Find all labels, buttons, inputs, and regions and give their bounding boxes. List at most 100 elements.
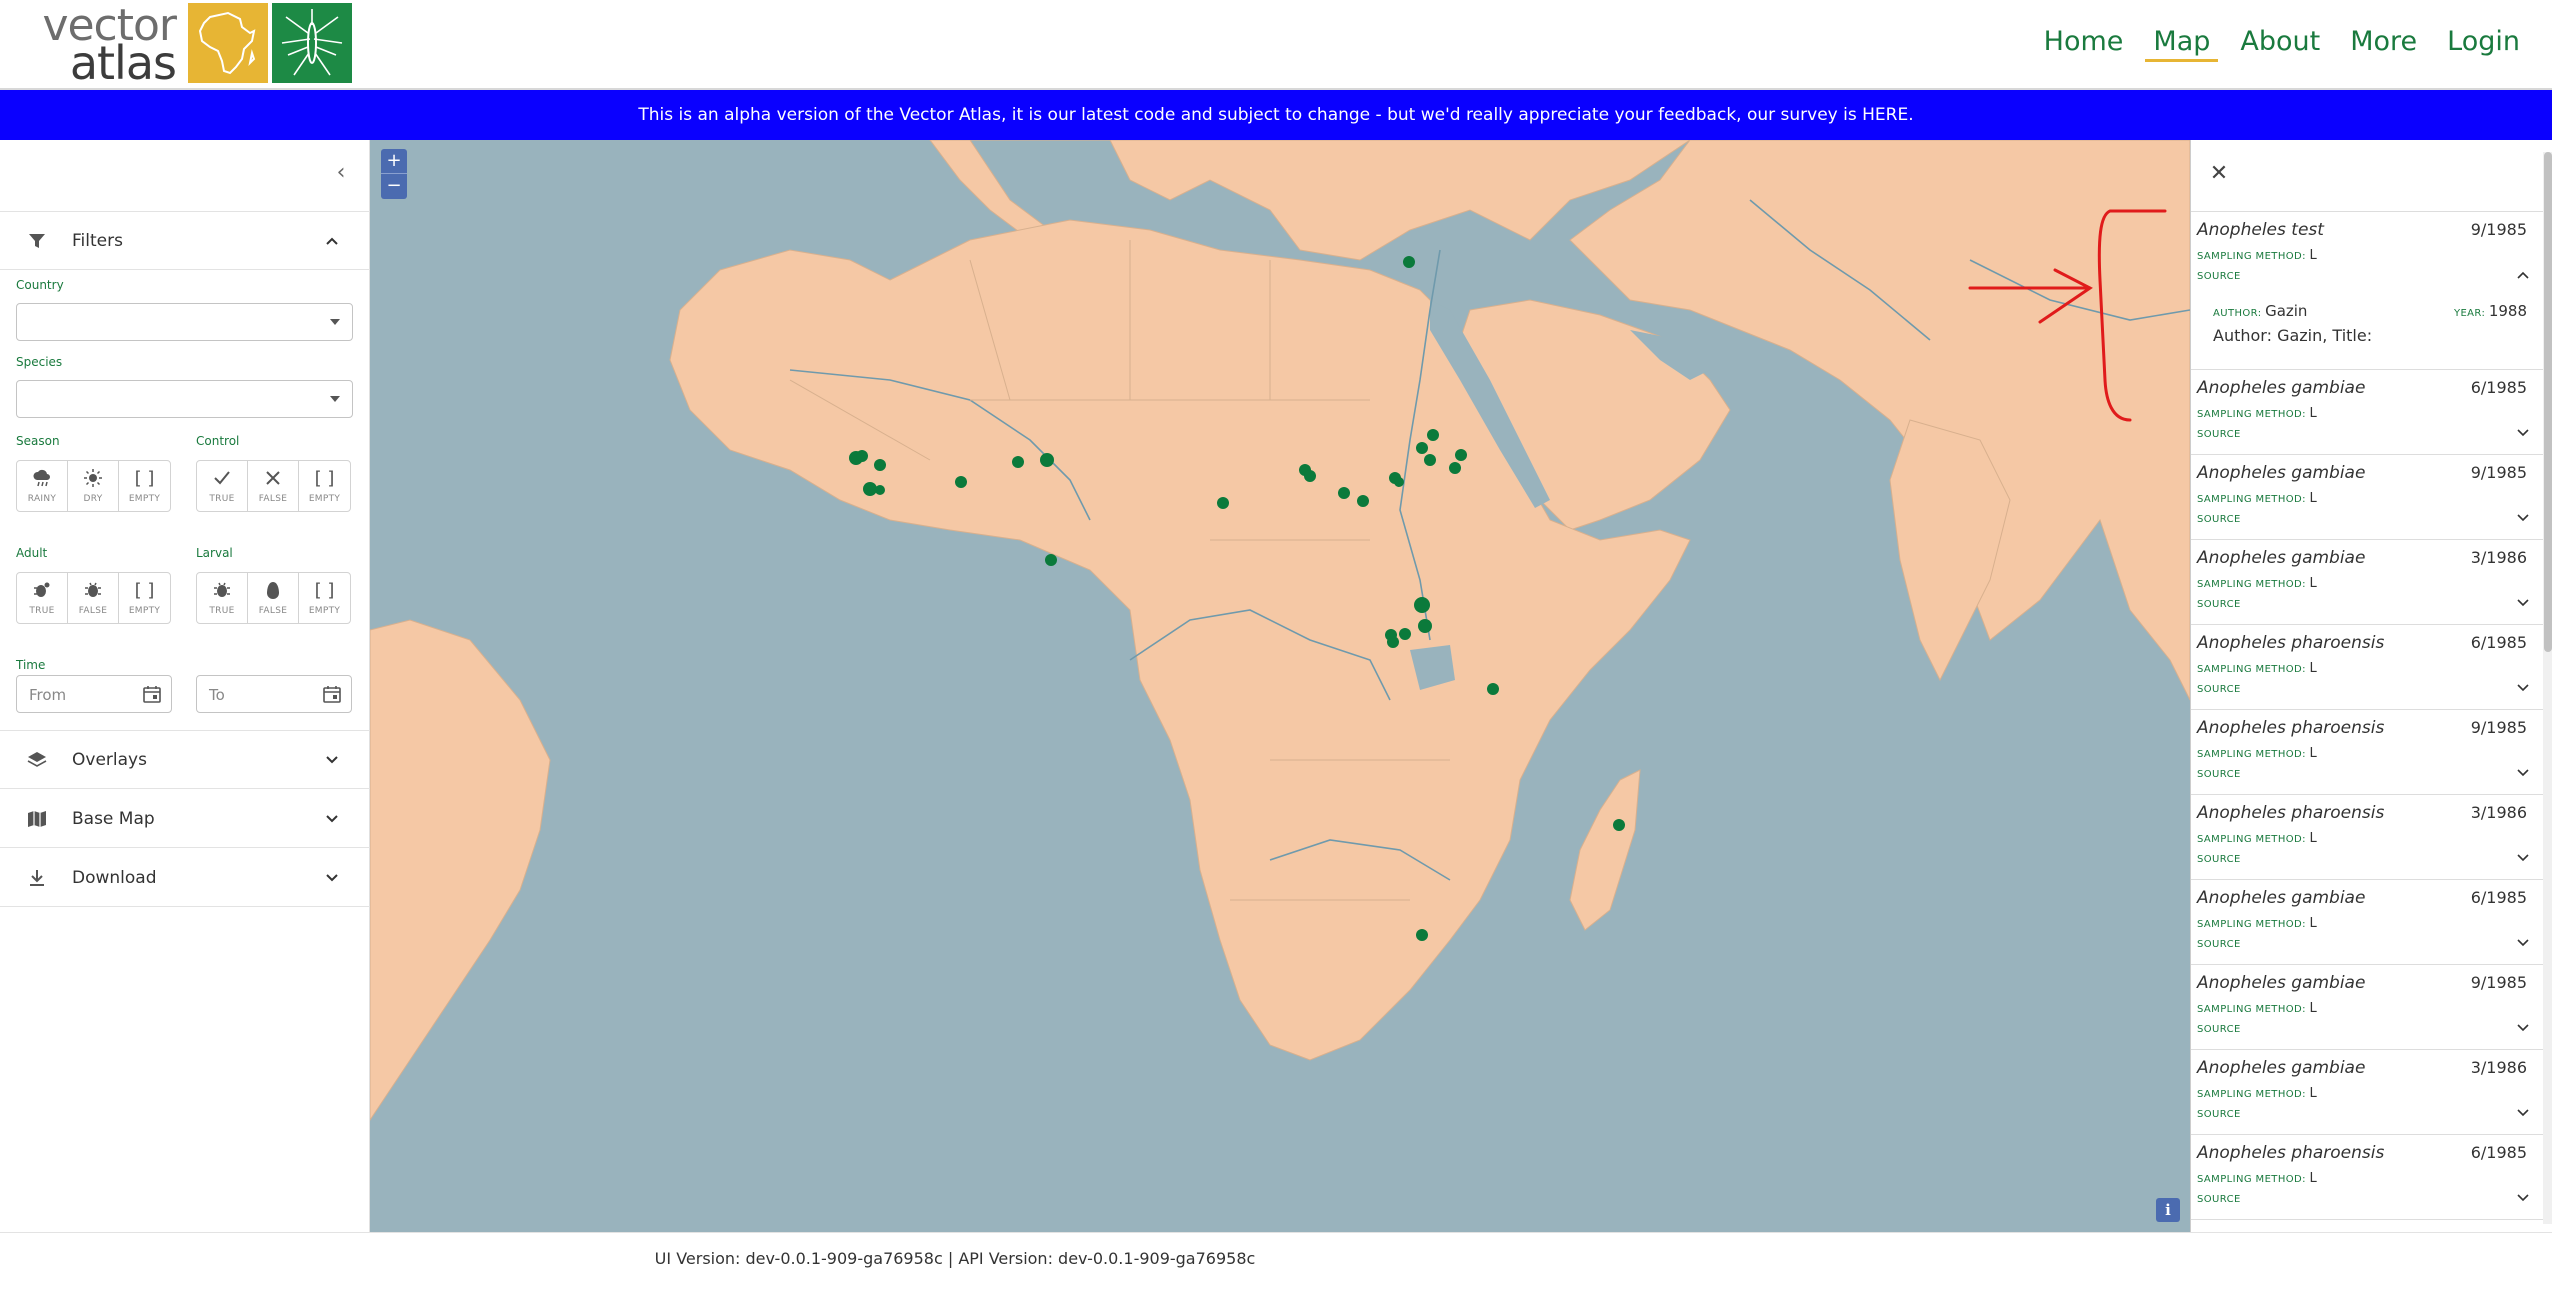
nav-more[interactable]: More [2342,24,2425,62]
larval-true-button[interactable]: TRUE [197,573,248,623]
map-info-button[interactable]: i [2156,1198,2180,1222]
control-empty-button[interactable]: [ ] EMPTY [299,461,350,511]
chevron-down-icon[interactable] [2517,1021,2529,1036]
record-date: 6/1985 [2470,378,2527,397]
season-dry-button[interactable]: DRY [68,461,119,511]
season-empty-button[interactable]: [ ] EMPTY [119,461,170,511]
chevron-down-icon [320,750,344,769]
record-source-label: SOURCE [2197,1024,2241,1035]
adult-empty-button[interactable]: [ ] EMPTY [119,573,170,623]
download-section-header[interactable]: Download [0,849,370,907]
scroll-thumb[interactable] [2544,152,2552,652]
filter-sidebar: ‹ Filters Country Species Season RAINY D… [0,140,370,1232]
chevron-down-icon[interactable] [2517,681,2529,696]
zoom-out-button[interactable]: − [381,174,407,199]
chevron-up-icon[interactable] [2517,268,2529,283]
zoom-in-button[interactable]: + [381,149,407,174]
record-card[interactable]: Anopheles gambiae 3/1986 SAMPLING METHOD: … [2191,1050,2543,1135]
adult-true-button[interactable]: TRUE [17,573,68,623]
filters-section-header[interactable]: Filters [0,212,370,270]
chevron-down-icon[interactable] [2517,596,2529,611]
survey-marker [1613,819,1625,831]
record-sampling: SAMPLING METHOD: L [2197,576,2317,591]
calendar-icon[interactable] [323,685,341,703]
record-card[interactable]: Anopheles pharoensis 3/1986 SAMPLING METHO… [2191,795,2543,880]
sidebar-topbar: ‹ [0,140,370,212]
collapse-sidebar-icon[interactable]: ‹ [326,158,356,188]
records-panel: ✕ Anopheles test 9/1985 SAMPLING METHOD: L… [2190,140,2552,1232]
overlays-title: Overlays [72,749,147,770]
layers-icon [26,749,48,771]
chevron-down-icon[interactable] [2517,1106,2529,1121]
vector-atlas-logo[interactable]: vector atlas [22,0,182,90]
larval-false-button[interactable]: FALSE [248,573,299,623]
record-card[interactable]: Anopheles pharoensis 9/1985 SAMPLING METHO… [2191,710,2543,795]
chevron-down-icon[interactable] [2517,1191,2529,1206]
record-card[interactable]: Anopheles pharoensis 6/1985 SAMPLING METHO… [2191,625,2543,710]
close-icon [263,468,283,490]
time-from-input[interactable]: From [16,675,172,713]
record-date: 3/1986 [2470,803,2527,822]
country-label: Country [16,278,64,292]
record-date: 9/1985 [2470,718,2527,737]
survey-marker [955,476,967,488]
download-title: Download [72,867,157,888]
chevron-up-icon [320,231,344,250]
calendar-icon[interactable] [143,685,161,703]
record-card[interactable]: Anopheles gambiae 6/1985 SAMPLING METHOD: … [2191,880,2543,965]
time-to-input[interactable]: To [196,675,352,713]
season-toggle-group: RAINY DRY [ ] EMPTY [16,460,171,512]
chevron-down-icon[interactable] [2517,851,2529,866]
mosquito-logo-icon [272,3,352,83]
record-card[interactable]: Anopheles test 9/1985 SAMPLING METHOD: L SO… [2191,212,2543,370]
record-card[interactable]: Anopheles gambiae 6/1985 SAMPLING METHOD: … [2191,370,2543,455]
nav-login[interactable]: Login [2439,24,2528,62]
survey-marker [1416,442,1428,454]
species-label: Species [16,355,63,369]
empty-brackets-icon: [ ] [314,468,335,489]
survey-marker [1217,497,1229,509]
chevron-down-icon[interactable] [2517,426,2529,441]
record-source-label: SOURCE [2197,429,2241,440]
survey-marker [1045,554,1057,566]
nav-about[interactable]: About [2232,24,2328,62]
adult-false-button[interactable]: FALSE [68,573,119,623]
nav-map[interactable]: Map [2145,24,2219,62]
species-select[interactable] [16,380,353,418]
record-card[interactable]: Anopheles pharoensis 6/1985 SAMPLING METHO… [2191,1135,2543,1220]
close-panel-icon[interactable]: ✕ [2205,160,2233,188]
record-card[interactable]: Anopheles gambiae 9/1985 SAMPLING METHOD: … [2191,965,2543,1050]
record-card[interactable]: Anopheles gambiae 3/1986 SAMPLING METHOD: … [2191,540,2543,625]
record-source-label: SOURCE [2197,854,2241,865]
survey-marker [1455,449,1467,461]
record-species: Anopheles gambiae [2197,378,2366,398]
record-species: Anopheles pharoensis [2197,633,2385,653]
record-sampling: SAMPLING METHOD: L [2197,746,2317,761]
map-icon [26,808,48,830]
country-select[interactable] [16,303,353,341]
basemap-section-header[interactable]: Base Map [0,790,370,848]
map-view[interactable]: + − i [370,140,2190,1232]
alpha-banner[interactable]: This is an alpha version of the Vector A… [0,90,2552,140]
record-card[interactable]: Anopheles gambiae 9/1985 SAMPLING METHOD: … [2191,455,2543,540]
version-text: UI Version: dev-0.0.1-909-ga76958c | API… [654,1249,1256,1268]
survey-marker [1387,636,1399,648]
chevron-down-icon[interactable] [2517,511,2529,526]
nav-home[interactable]: Home [2036,24,2132,62]
control-false-button[interactable]: FALSE [248,461,299,511]
madagascar-island [1569,769,1641,931]
record-sampling: SAMPLING METHOD: L [2197,1171,2317,1186]
record-year: YEAR: 1988 [2453,302,2527,320]
panel-scrollbar[interactable] [2543,152,2552,1224]
survey-marker [1338,487,1350,499]
season-rainy-button[interactable]: RAINY [17,461,68,511]
overlays-section-header[interactable]: Overlays [0,731,370,789]
record-sampling: SAMPLING METHOD: L [2197,406,2317,421]
chevron-down-icon[interactable] [2517,766,2529,781]
record-date: 6/1985 [2470,888,2527,907]
chevron-down-icon[interactable] [2517,936,2529,951]
check-icon [212,468,232,490]
survey-marker [1424,454,1436,466]
larval-empty-button[interactable]: [ ] EMPTY [299,573,350,623]
control-true-button[interactable]: TRUE [197,461,248,511]
